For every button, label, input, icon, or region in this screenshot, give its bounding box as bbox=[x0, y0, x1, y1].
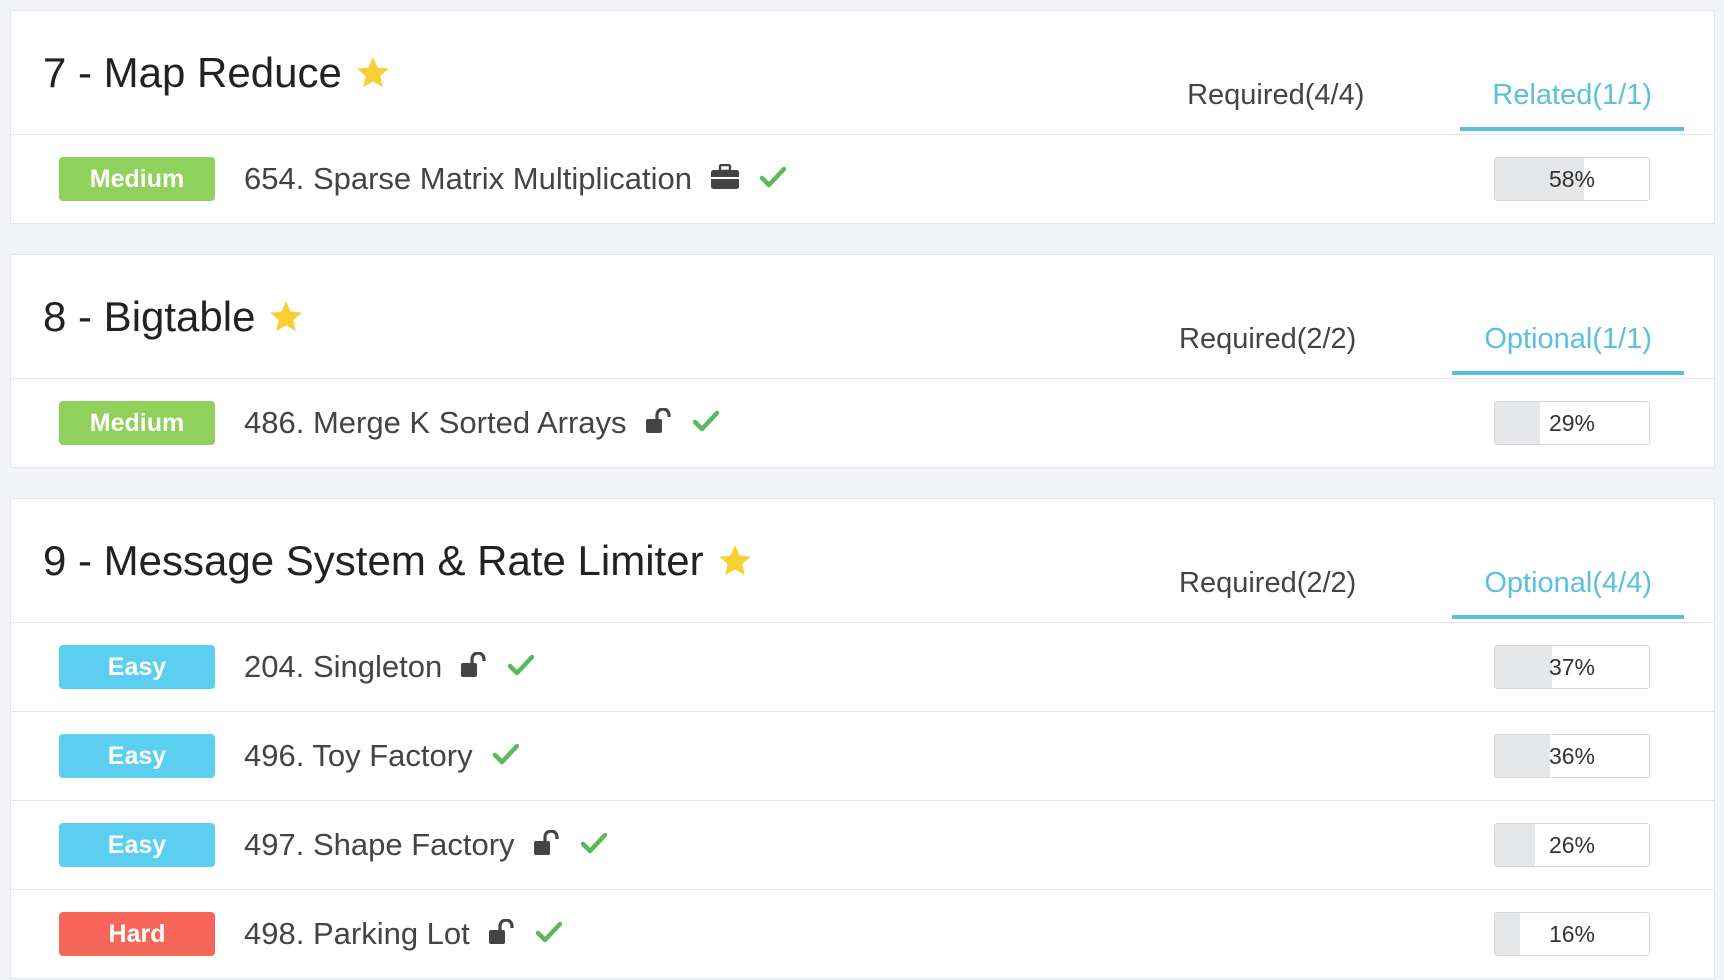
problem-info: 496. Toy Factory bbox=[244, 736, 519, 776]
unlock-icon bbox=[533, 828, 561, 861]
problem-row: Easy 204. Singleton 37% bbox=[11, 623, 1714, 712]
unlock-icon bbox=[645, 406, 673, 439]
acceptance-progress-bar: 16% bbox=[1494, 912, 1650, 956]
section-header: 9 - Message System & Rate Limiter Require… bbox=[11, 499, 1714, 623]
acceptance-progress-bar: 29% bbox=[1494, 401, 1650, 445]
difficulty-badge: Medium bbox=[59, 401, 215, 445]
section-title-text: 9 - Message System & Rate Limiter bbox=[43, 537, 704, 584]
section-card: 9 - Message System & Rate Limiter Require… bbox=[10, 498, 1715, 979]
unlock-icon bbox=[460, 650, 488, 683]
progress-label: 16% bbox=[1548, 920, 1596, 947]
section-header: 8 - Bigtable Required(2/2) Optional(1/1) bbox=[11, 255, 1714, 379]
progress-label: 58% bbox=[1548, 165, 1596, 192]
acceptance-progress-bar: 37% bbox=[1494, 645, 1650, 689]
section-title-text: 7 - Map Reduce bbox=[43, 49, 342, 96]
check-icon bbox=[759, 166, 787, 193]
problem-info: 497. Shape Factory bbox=[244, 825, 607, 865]
star-icon bbox=[716, 542, 754, 580]
problem-title-link[interactable]: 496. Toy Factory bbox=[244, 738, 473, 774]
problem-title-link[interactable]: 204. Singleton bbox=[244, 649, 442, 685]
progress-label: 26% bbox=[1548, 831, 1596, 858]
section-card: 7 - Map Reduce Required(4/4) Related(1/1) M… bbox=[10, 10, 1715, 224]
tab-required[interactable]: Required(2/2) bbox=[1179, 499, 1356, 622]
section-tabs: Required(2/2) Optional(4/4) bbox=[1179, 499, 1684, 622]
problem-title-link[interactable]: 498. Parking Lot bbox=[244, 916, 470, 952]
difficulty-badge: Hard bbox=[59, 912, 215, 956]
section-title: 7 - Map Reduce bbox=[43, 49, 392, 97]
check-icon bbox=[492, 743, 519, 770]
star-icon bbox=[267, 298, 305, 336]
problem-row: Hard 498. Parking Lot 16% bbox=[11, 890, 1714, 978]
star-icon bbox=[354, 54, 392, 92]
unlock-icon bbox=[488, 917, 516, 950]
section-header: 7 - Map Reduce Required(4/4) Related(1/1) bbox=[11, 11, 1714, 135]
problem-row: Medium 654. Sparse Matrix Multiplication 5… bbox=[11, 135, 1714, 223]
progress-label: 36% bbox=[1548, 742, 1596, 769]
problem-info: 654. Sparse Matrix Multiplication bbox=[244, 159, 787, 199]
check-icon bbox=[692, 410, 719, 437]
difficulty-badge: Medium bbox=[59, 157, 215, 201]
problem-row: Medium 486. Merge K Sorted Arrays 29% bbox=[11, 379, 1714, 467]
check-icon bbox=[580, 832, 607, 859]
section-title-text: 8 - Bigtable bbox=[43, 293, 256, 340]
tab-optional[interactable]: Optional(4/4) bbox=[1452, 499, 1684, 619]
problem-info: 498. Parking Lot bbox=[244, 914, 563, 954]
section-tabs: Required(2/2) Optional(1/1) bbox=[1179, 255, 1684, 378]
check-icon bbox=[507, 654, 535, 681]
tab-related[interactable]: Related(1/1) bbox=[1460, 11, 1684, 131]
difficulty-badge: Easy bbox=[59, 734, 215, 778]
section-title: 8 - Bigtable bbox=[43, 293, 305, 341]
tab-optional[interactable]: Optional(1/1) bbox=[1452, 255, 1684, 375]
briefcase-icon bbox=[710, 163, 740, 195]
problem-row: Easy 496. Toy Factory 36% bbox=[11, 712, 1714, 801]
section-title: 9 - Message System & Rate Limiter bbox=[43, 537, 754, 585]
problem-title-link[interactable]: 497. Shape Factory bbox=[244, 827, 515, 863]
problem-row: Easy 497. Shape Factory 26% bbox=[11, 801, 1714, 890]
problem-title-link[interactable]: 486. Merge K Sorted Arrays bbox=[244, 405, 627, 441]
check-icon bbox=[535, 921, 563, 948]
problem-info: 204. Singleton bbox=[244, 647, 535, 687]
problem-info: 486. Merge K Sorted Arrays bbox=[244, 403, 719, 443]
problem-title-link[interactable]: 654. Sparse Matrix Multiplication bbox=[244, 161, 692, 197]
section-tabs: Required(4/4) Related(1/1) bbox=[1187, 11, 1684, 134]
difficulty-badge: Easy bbox=[59, 645, 215, 689]
acceptance-progress-bar: 26% bbox=[1494, 823, 1650, 867]
tab-required[interactable]: Required(4/4) bbox=[1187, 11, 1364, 134]
acceptance-progress-bar: 58% bbox=[1494, 157, 1650, 201]
tab-required[interactable]: Required(2/2) bbox=[1179, 255, 1356, 378]
acceptance-progress-bar: 36% bbox=[1494, 734, 1650, 778]
section-card: 8 - Bigtable Required(2/2) Optional(1/1) Me… bbox=[10, 254, 1715, 468]
difficulty-badge: Easy bbox=[59, 823, 215, 867]
progress-label: 37% bbox=[1548, 653, 1596, 680]
progress-label: 29% bbox=[1548, 409, 1596, 436]
